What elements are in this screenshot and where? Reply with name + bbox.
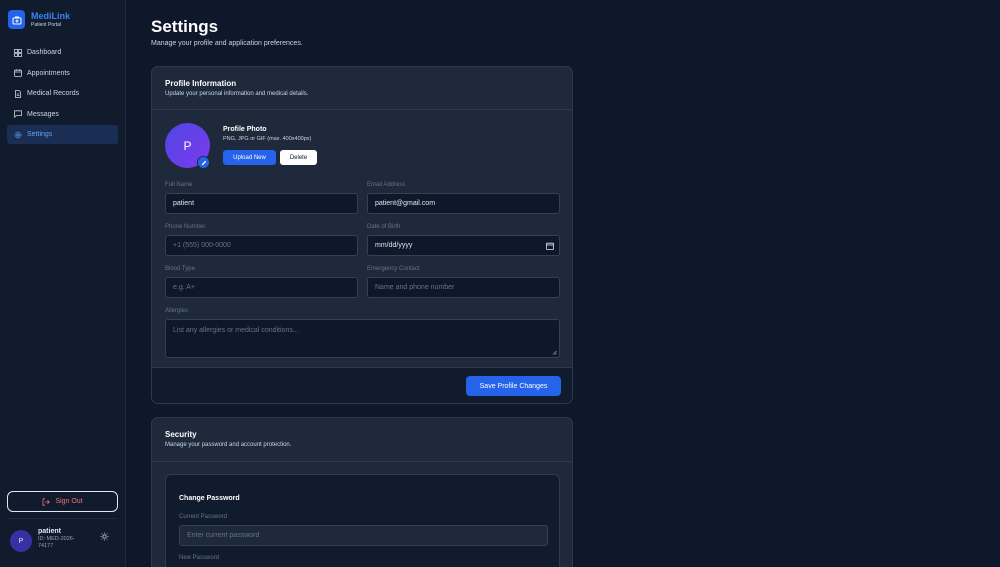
blood-type-input[interactable]: e.g. A+ <box>165 277 358 298</box>
email-input[interactable]: patient@gmail.com <box>367 193 560 214</box>
current-password-label: Current Password <box>179 514 228 520</box>
dob-value: mm/dd/yyyy <box>375 242 413 249</box>
sidebar-item-label: Appointments <box>27 69 70 77</box>
dob-label: Date of Birth <box>367 224 401 230</box>
page-title: Settings <box>151 17 219 36</box>
emergency-contact-label: Emergency Contact <box>367 266 420 272</box>
full-name-label: Full Name <box>165 182 193 188</box>
pencil-icon <box>201 160 206 165</box>
sidebar: MediLink Patient Portal Dashboard Appoin… <box>0 0 126 567</box>
delete-photo-button[interactable]: Delete <box>280 150 317 165</box>
profile-card-title: Profile Information <box>165 79 237 88</box>
photo-title: Profile Photo <box>223 126 267 133</box>
profile-card: Profile Information Update your personal… <box>151 66 573 404</box>
user-profile: P patient ID: MED-2026-74177 <box>10 524 120 558</box>
sun-icon[interactable] <box>100 532 109 541</box>
sidebar-item-medical-records[interactable]: Medical Records <box>7 84 118 103</box>
user-id: ID: MED-2026-74177 <box>38 536 75 550</box>
app-name: MediLink <box>31 10 71 21</box>
page-subtitle: Manage your profile and application pref… <box>151 40 303 47</box>
calendar-icon[interactable] <box>546 242 554 250</box>
change-password-title: Change Password <box>179 495 240 502</box>
sidebar-item-appointments[interactable]: Appointments <box>7 64 118 83</box>
sidebar-item-messages[interactable]: Messages <box>7 105 118 124</box>
security-card-subtitle: Manage your password and account protect… <box>165 442 292 448</box>
save-profile-button[interactable]: Save Profile Changes <box>466 376 561 396</box>
new-password-label: New Password <box>179 555 220 561</box>
message-icon <box>14 110 22 118</box>
card-divider <box>152 461 572 462</box>
change-password-panel: Change Password Current Password Enter c… <box>165 474 560 567</box>
gear-icon <box>14 131 22 138</box>
sidebar-item-label: Dashboard <box>27 49 62 56</box>
profile-card-subtitle: Update your personal information and med… <box>165 91 309 97</box>
sign-out-button[interactable]: Sign Out <box>7 491 118 512</box>
logout-icon <box>42 497 51 506</box>
sidebar-nav: Dashboard Appointments Medical Records M… <box>7 43 118 146</box>
user-name: patient <box>38 528 61 535</box>
photo-hint: PNG, JPG or GIF (max. 400x400px) <box>223 136 312 142</box>
security-card: Security Manage your password and accoun… <box>151 417 573 567</box>
calendar-icon <box>14 69 22 77</box>
email-label: Email Address <box>367 182 406 188</box>
sidebar-item-label: Messages <box>27 110 59 118</box>
profile-card-footer: Save Profile Changes <box>152 367 572 403</box>
edit-avatar-button[interactable] <box>197 156 210 169</box>
medical-bag-icon <box>8 10 25 29</box>
sign-out-label: Sign Out <box>55 498 83 505</box>
blood-type-label: Blood Type <box>165 266 195 272</box>
card-divider <box>152 109 572 110</box>
allergies-placeholder: List any allergies or medical conditions… <box>173 327 299 334</box>
allergies-textarea[interactable]: List any allergies or medical conditions… <box>165 319 560 358</box>
phone-label: Phone Number <box>165 224 206 230</box>
sidebar-item-label: Medical Records <box>27 90 80 97</box>
sidebar-item-dashboard[interactable]: Dashboard <box>7 43 118 62</box>
security-card-title: Security <box>165 430 197 439</box>
file-icon <box>15 89 21 98</box>
app-subtitle: Patient Portal <box>31 21 62 28</box>
sidebar-item-label: Settings <box>27 131 53 138</box>
emergency-contact-input[interactable]: Name and phone number <box>367 277 560 298</box>
grid-icon <box>14 48 22 57</box>
resize-handle-icon[interactable] <box>552 350 557 355</box>
full-name-input[interactable]: patient <box>165 193 358 214</box>
upload-photo-button[interactable]: Upload New <box>223 150 276 165</box>
allergies-label: Allergies <box>165 308 189 314</box>
current-password-input[interactable]: Enter current password <box>179 525 548 546</box>
phone-input[interactable]: +1 (555) 000-0000 <box>165 235 358 256</box>
sidebar-item-settings[interactable]: Settings <box>7 125 118 144</box>
dob-input[interactable]: mm/dd/yyyy <box>367 235 560 256</box>
sidebar-divider <box>7 518 118 519</box>
brand[interactable]: MediLink Patient Portal <box>8 10 70 29</box>
avatar[interactable]: P <box>10 530 32 552</box>
